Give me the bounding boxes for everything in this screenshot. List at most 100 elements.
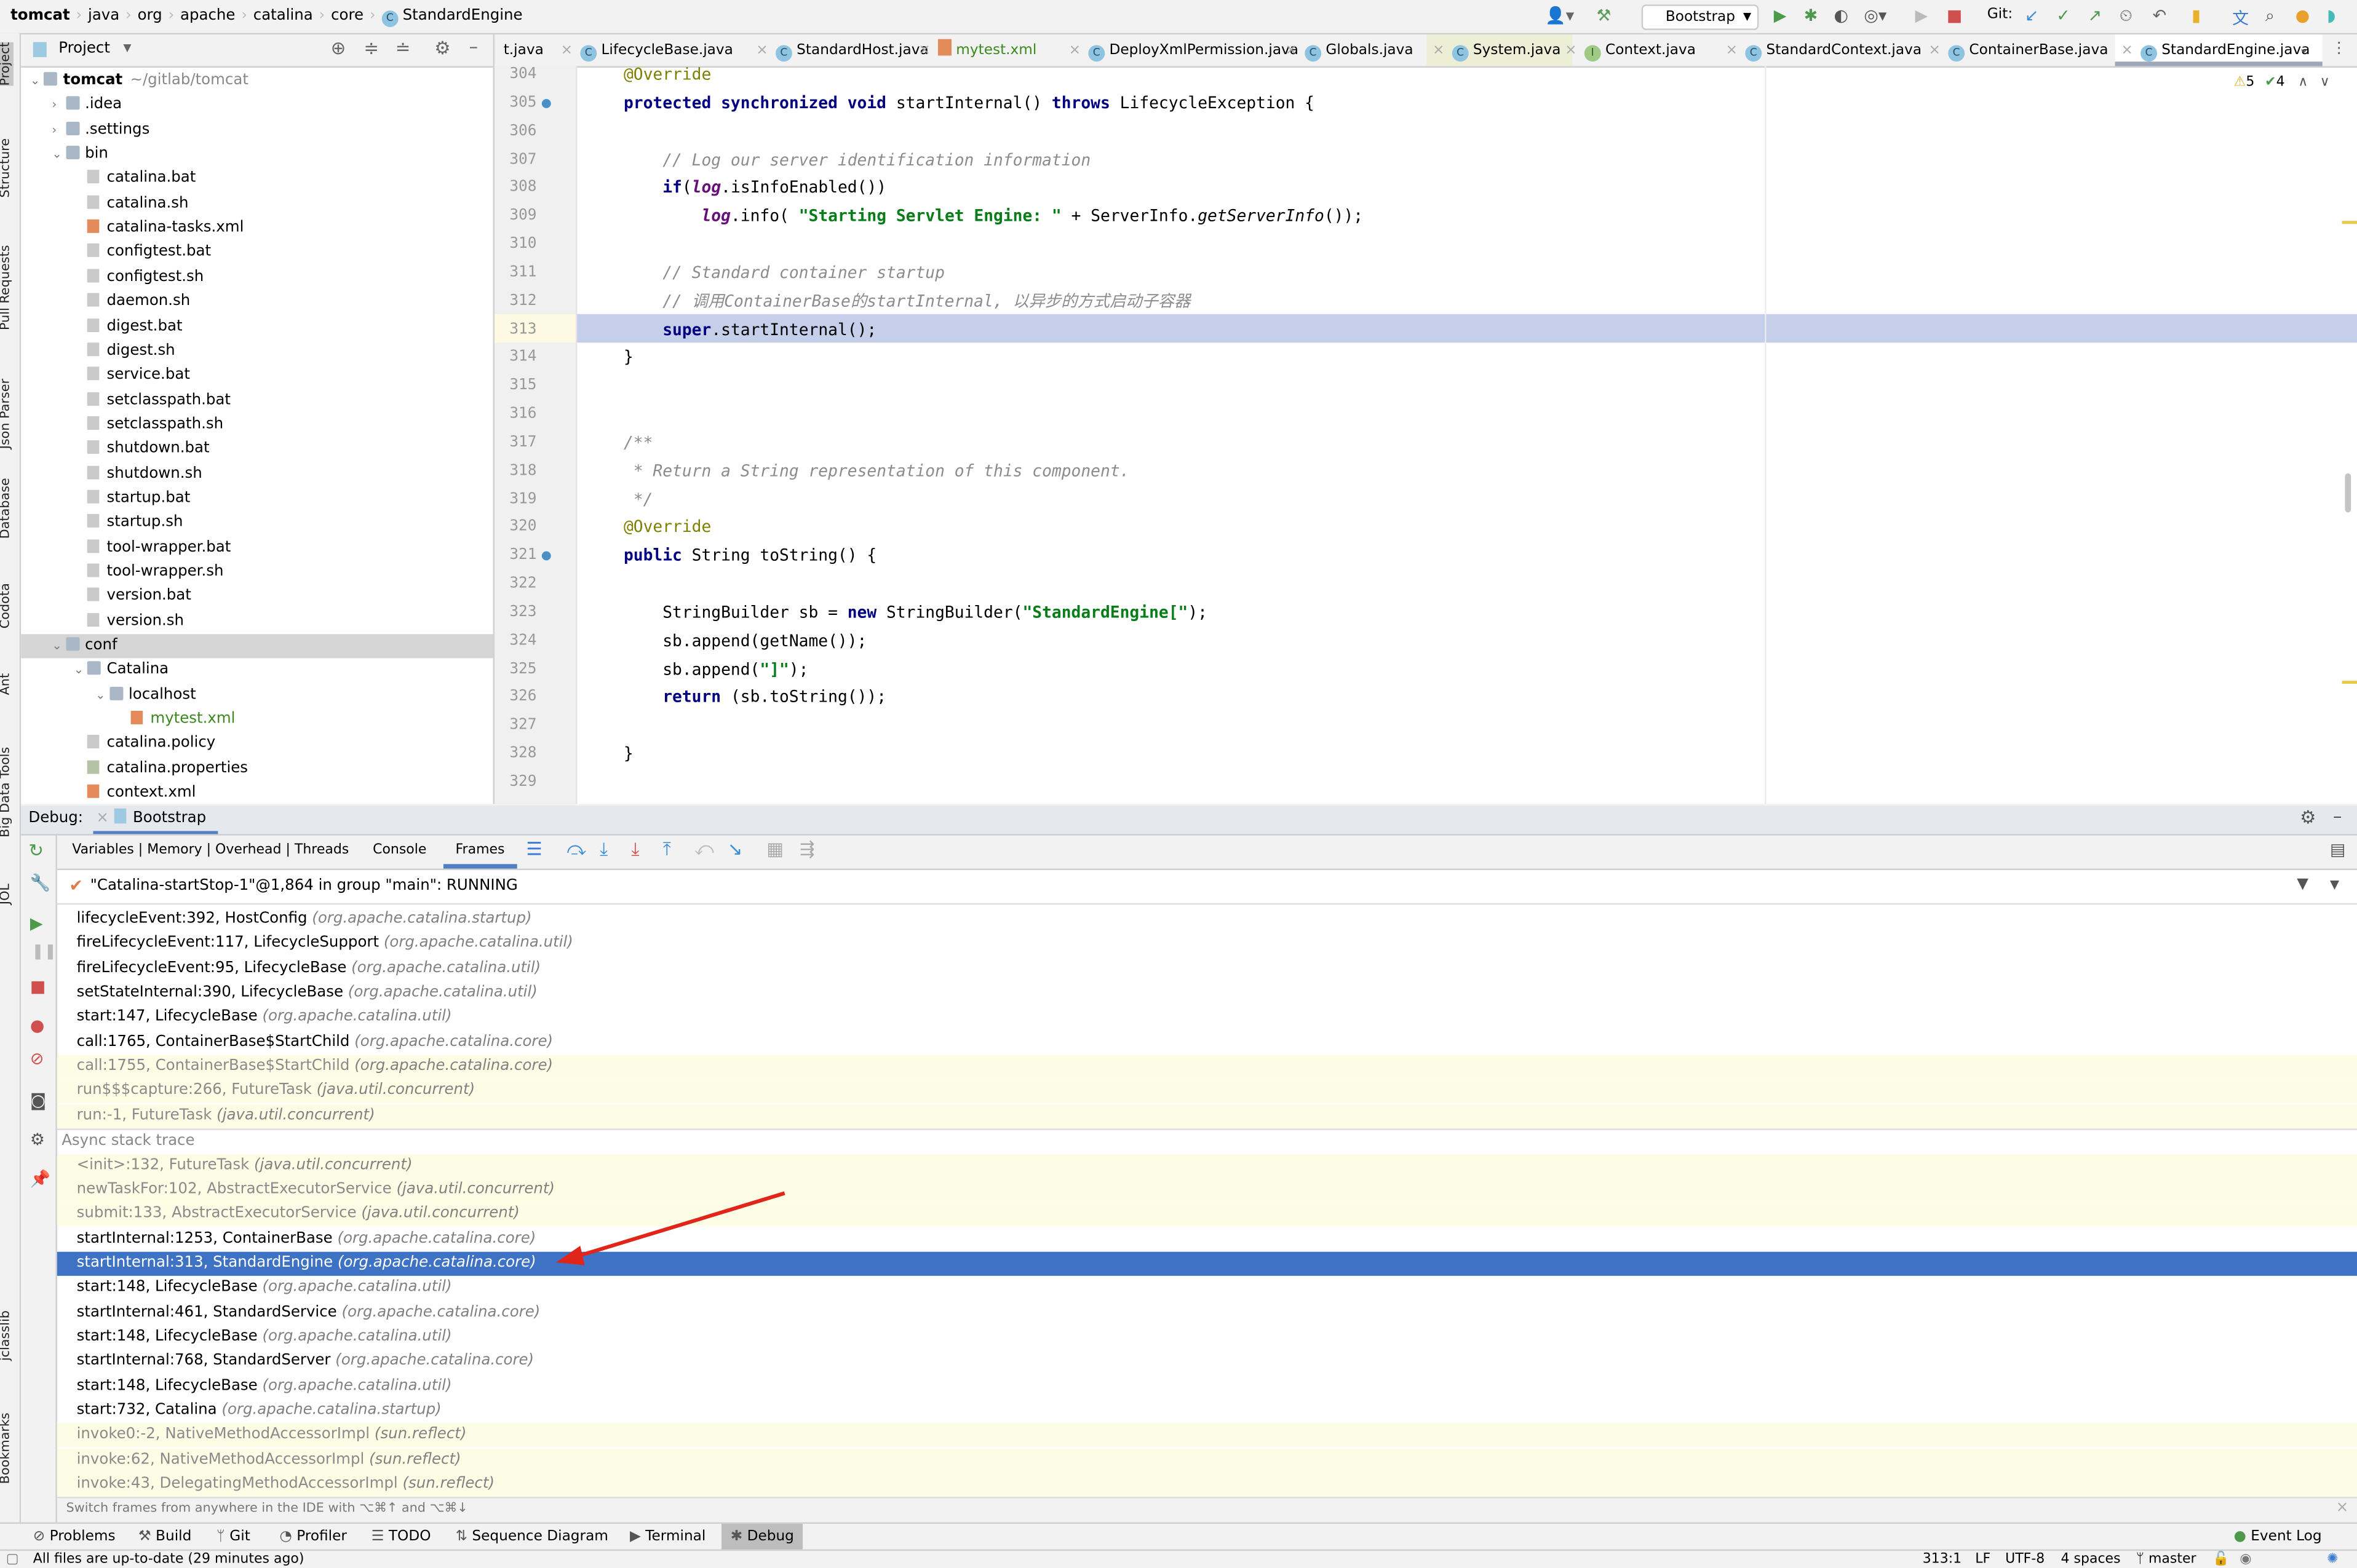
- mute-breakpoints-icon[interactable]: ⊘: [30, 1049, 44, 1069]
- code-line[interactable]: return (sb.toString());: [585, 683, 886, 711]
- code-line[interactable]: protected synchronized void startInterna…: [585, 89, 1314, 117]
- tree-item[interactable]: version.sh: [21, 609, 493, 633]
- editor-tab[interactable]: × C StandardEngine.java: [2115, 34, 2322, 66]
- close-icon[interactable]: ×: [2336, 1500, 2349, 1516]
- status-toggle-icon[interactable]: ▢: [6, 1550, 19, 1567]
- tool-window-database[interactable]: Database: [0, 478, 14, 539]
- code-line[interactable]: // Log our server identification informa…: [585, 145, 1091, 173]
- tree-item[interactable]: › .settings: [21, 118, 493, 142]
- editor-scrollbar[interactable]: [2345, 473, 2351, 513]
- stack-frame[interactable]: startInternal:1253, ContainerBase (org.a…: [57, 1227, 2357, 1251]
- close-tab-icon[interactable]: ×: [2121, 42, 2132, 58]
- tool-window-big-data-tools[interactable]: Big Data Tools: [0, 747, 14, 837]
- git-branch[interactable]: ᛘ master: [2136, 1550, 2196, 1567]
- chevron-right-icon[interactable]: ›: [52, 93, 65, 117]
- event-log-tab[interactable]: ● Event Log: [2234, 1524, 2322, 1550]
- stack-frame[interactable]: start:732, Catalina (org.apache.catalina…: [57, 1399, 2357, 1423]
- next-highlight-icon[interactable]: ∨: [2320, 75, 2330, 90]
- evaluate-icon[interactable]: ▦: [766, 839, 784, 860]
- breadcrumb-item[interactable]: apache: [180, 7, 235, 24]
- stack-frame[interactable]: startInternal:461, StandardService (org.…: [57, 1301, 2357, 1324]
- debug-icon[interactable]: ✱: [1804, 6, 1818, 26]
- breadcrumb-item[interactable]: java: [88, 7, 119, 24]
- line-separator[interactable]: LF: [1975, 1550, 1990, 1567]
- gear-icon[interactable]: ⚙: [434, 38, 450, 58]
- close-icon[interactable]: ×: [96, 810, 109, 826]
- tree-item[interactable]: ⌄ tomcat ~/gitlab/tomcat: [21, 69, 493, 93]
- debug-session-tab[interactable]: × Bootstrap: [93, 806, 218, 834]
- coverage-icon[interactable]: ◐: [1834, 6, 1848, 26]
- stack-frame[interactable]: start:148, LifecycleBase (org.apache.cat…: [57, 1374, 2357, 1398]
- tree-item[interactable]: catalina.bat: [21, 167, 493, 191]
- project-view-selector[interactable]: Project: [58, 41, 110, 57]
- tab-variables[interactable]: Variables | Memory | Overhead | Threads: [72, 843, 349, 858]
- plugin-icon[interactable]: ◗: [2327, 6, 2335, 26]
- tool-tab-todo[interactable]: ☰ TODO: [372, 1524, 431, 1550]
- view-breakpoints-icon[interactable]: ●: [30, 1016, 44, 1035]
- tree-item[interactable]: › .idea: [21, 93, 493, 117]
- stop-icon[interactable]: ■: [1947, 6, 1962, 26]
- lock-icon[interactable]: 🔓: [2212, 1550, 2229, 1567]
- tree-item[interactable]: tool-wrapper.sh: [21, 561, 493, 585]
- inspection-widget[interactable]: ⚠5 ✔4 ∧ ∨: [2234, 75, 2330, 90]
- step-over-icon[interactable]: ⤼: [566, 839, 586, 861]
- tool-window-ant[interactable]: Ant: [0, 673, 14, 695]
- tool-window-jol[interactable]: JOL: [0, 884, 14, 905]
- close-tab-icon[interactable]: ×: [1726, 42, 1738, 58]
- user-icon[interactable]: 👤▾: [1545, 6, 1574, 26]
- caret-position[interactable]: 313:1: [1923, 1550, 1962, 1567]
- code-line[interactable]: sb.append("]");: [585, 655, 808, 683]
- restore-layout-icon[interactable]: ▤: [2330, 840, 2345, 860]
- pause-icon[interactable]: ❚❚: [31, 944, 57, 960]
- tool-tab-profiler[interactable]: ◔ Profiler: [280, 1524, 347, 1550]
- code-line[interactable]: @Override: [585, 513, 711, 541]
- tool-tab-debug[interactable]: ✱ Debug: [721, 1524, 803, 1550]
- stack-frame[interactable]: start:147, LifecycleBase (org.apache.cat…: [57, 1006, 2357, 1030]
- breadcrumb-item[interactable]: catalina: [253, 7, 313, 24]
- build-hammer-icon[interactable]: ⚒: [1596, 6, 1611, 26]
- update-icon[interactable]: ●: [2295, 6, 2310, 26]
- editor-tab[interactable]: × C ContainerBase.java: [1923, 34, 2120, 66]
- force-step-into-icon[interactable]: ⤓: [631, 839, 639, 861]
- stack-frame[interactable]: setStateInternal:390, LifecycleBase (org…: [57, 981, 2357, 1005]
- search-icon[interactable]: ⌕: [2265, 6, 2275, 27]
- tree-item[interactable]: tool-wrapper.bat: [21, 536, 493, 560]
- run-to-cursor-icon[interactable]: ↘: [728, 839, 743, 860]
- inspector-icon[interactable]: ◉: [2240, 1550, 2251, 1567]
- stack-frame[interactable]: invoke0:-2, NativeMethodAccessorImpl (su…: [57, 1423, 2357, 1448]
- editor-tab[interactable]: × mytest.xml: [912, 34, 1048, 66]
- tree-item[interactable]: digest.sh: [21, 339, 493, 363]
- tool-window-json-parser[interactable]: Json Parser: [0, 379, 14, 449]
- rerun-icon[interactable]: ↻: [28, 840, 44, 861]
- tree-item[interactable]: service.bat: [21, 364, 493, 388]
- code-line[interactable]: }: [585, 740, 634, 768]
- tree-item[interactable]: startup.bat: [21, 487, 493, 511]
- git-update-icon[interactable]: ↙: [2025, 6, 2039, 26]
- drop-frame-icon[interactable]: ⤺: [694, 839, 713, 861]
- stack-frame[interactable]: fireLifecycleEvent:95, LifecycleBase (or…: [57, 957, 2357, 981]
- tree-item[interactable]: context.xml: [21, 782, 493, 806]
- tree-item[interactable]: ⌄ bin: [21, 143, 493, 167]
- expand-all-icon[interactable]: ≑: [364, 38, 379, 58]
- trace-icon[interactable]: ⇶: [800, 839, 815, 860]
- close-tab-icon[interactable]: ×: [1928, 42, 1940, 58]
- code-editor[interactable]: t.java × C LifecycleBase.java × C StandardHost…: [495, 34, 2357, 804]
- code-line[interactable]: log.info( "Starting Servlet Engine: " + …: [585, 202, 1363, 230]
- locate-icon[interactable]: ⊕: [331, 38, 346, 58]
- resume-icon[interactable]: ▶: [1915, 6, 1928, 26]
- breadcrumb-item[interactable]: org: [138, 7, 162, 24]
- tool-window-codota[interactable]: Codota: [0, 583, 14, 628]
- tree-item[interactable]: shutdown.bat: [21, 438, 493, 462]
- tool-tab-problems[interactable]: ⊘ Problems: [33, 1524, 116, 1550]
- tree-item[interactable]: catalina.policy: [21, 732, 493, 756]
- chevron-down-icon[interactable]: ⌄: [95, 683, 109, 707]
- tool-window-project[interactable]: Project: [0, 42, 14, 86]
- settings-icon[interactable]: ⚙: [30, 1130, 45, 1150]
- stack-frame[interactable]: start:148, LifecycleBase (org.apache.cat…: [57, 1325, 2357, 1349]
- close-tab-icon[interactable]: ×: [1433, 42, 1444, 58]
- step-into-icon[interactable]: ⤓: [600, 839, 608, 861]
- tree-item[interactable]: ⌄ conf: [21, 634, 493, 659]
- close-tab-icon[interactable]: ×: [1286, 42, 1297, 58]
- code-line[interactable]: sb.append(getName());: [585, 627, 867, 655]
- tree-item[interactable]: ⌄ localhost: [21, 683, 493, 707]
